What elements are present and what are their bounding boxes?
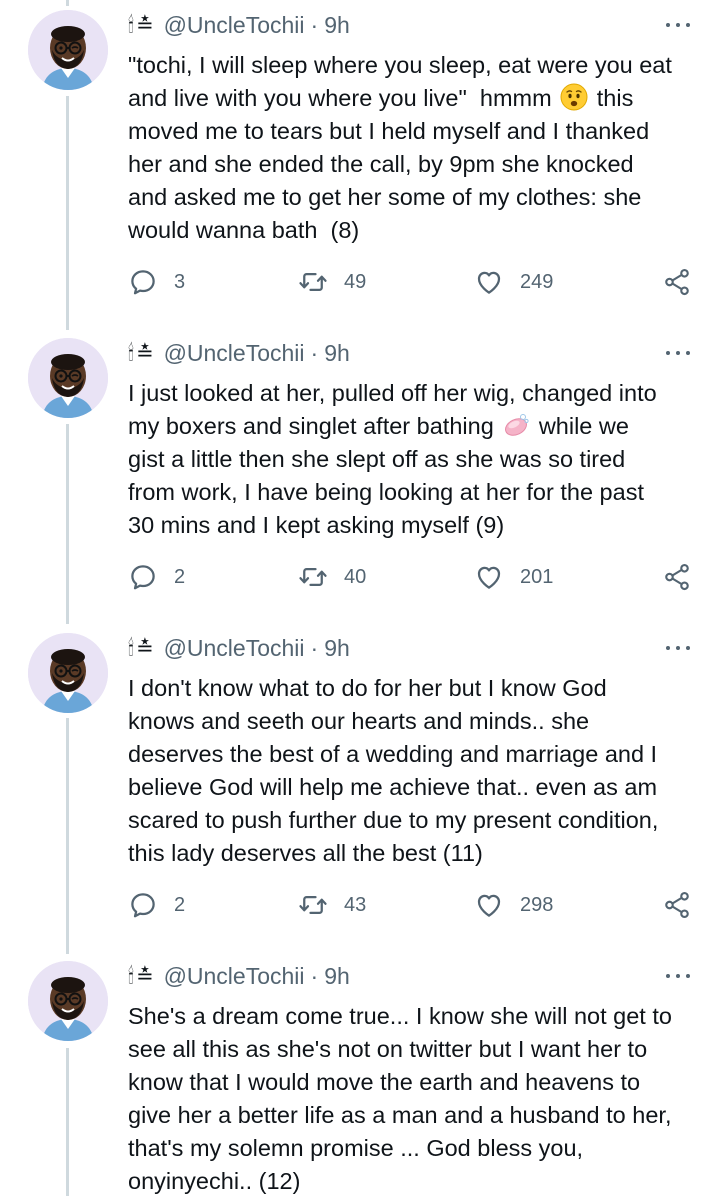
retweet-icon [298, 267, 328, 297]
share-button[interactable] [662, 560, 692, 594]
separator-dot: · [310, 634, 319, 661]
tweet-time[interactable]: 9h [324, 12, 350, 39]
dot-icon [686, 974, 690, 978]
thread-line [66, 0, 69, 6]
reply-count: 2 [174, 565, 186, 588]
reply-button[interactable]: 2 [128, 560, 185, 594]
more-options-button[interactable] [666, 636, 690, 660]
dot-icon [676, 351, 680, 355]
thread-line [66, 96, 69, 330]
dot-icon [676, 974, 680, 978]
share-button[interactable] [662, 265, 692, 299]
retweet-count: 40 [344, 565, 367, 588]
dot-icon [686, 646, 690, 650]
reply-count: 3 [174, 270, 186, 293]
like-count: 298 [520, 893, 554, 916]
user-handle[interactable]: @UncleTochii [164, 340, 305, 367]
more-options-button[interactable] [666, 341, 690, 365]
reply-button[interactable]: 2 [128, 888, 185, 922]
dot-icon [676, 646, 680, 650]
separator-dot: · [310, 11, 319, 38]
tweet-text: I just looked at her, pulled off her wig… [128, 380, 657, 538]
tweet-text: She's a dream come true... I know she wi… [128, 1003, 672, 1194]
retweet-icon [298, 562, 328, 592]
tweet-text: "tochi, I will sleep where you sleep, ea… [128, 52, 672, 243]
soap-icon [502, 411, 530, 439]
reply-icon [128, 562, 158, 592]
profile-badges: 🕯≛ [128, 13, 156, 37]
heart-icon [474, 562, 504, 592]
tweet-actions: 2 40 201 [128, 560, 698, 594]
retweet-button[interactable]: 49 [298, 265, 366, 299]
user-handle[interactable]: @UncleTochii [164, 963, 305, 990]
tweet-actions: 2 43 298 [128, 888, 698, 922]
separator-dot: · [310, 339, 319, 366]
separator-dot: · [310, 962, 319, 989]
avatar[interactable] [28, 961, 108, 1041]
share-icon [662, 267, 692, 297]
avatar[interactable] [28, 10, 108, 90]
dot-icon [666, 23, 670, 27]
tweet-time[interactable]: 9h [324, 635, 350, 662]
tweet-time[interactable]: 9h [324, 963, 350, 990]
thread-line [66, 1048, 69, 1196]
share-icon [662, 562, 692, 592]
like-button[interactable]: 249 [474, 265, 553, 299]
tweet-actions: 3 49 249 [128, 265, 698, 299]
tweet-header: 🕯≛ @UncleTochii · 9h [128, 10, 350, 40]
more-options-button[interactable] [666, 13, 690, 37]
like-button[interactable]: 298 [474, 888, 553, 922]
tweet-header: 🕯≛ @UncleTochii · 9h [128, 961, 350, 991]
dot-icon [676, 23, 680, 27]
reply-icon [128, 267, 158, 297]
retweet-icon [298, 890, 328, 920]
more-options-button[interactable] [666, 964, 690, 988]
profile-badges: 🕯≛ [128, 636, 156, 660]
thread-line [66, 424, 69, 624]
dot-icon [666, 974, 670, 978]
retweet-count: 49 [344, 270, 367, 293]
user-handle[interactable]: @UncleTochii [164, 635, 305, 662]
reply-count: 2 [174, 893, 186, 916]
profile-badges: 🕯≛ [128, 341, 156, 365]
retweet-button[interactable]: 40 [298, 560, 366, 594]
retweet-count: 43 [344, 893, 367, 916]
avatar[interactable] [28, 633, 108, 713]
tweet-text: I don't know what to do for her but I kn… [128, 675, 659, 866]
dot-icon [686, 351, 690, 355]
tweet-header: 🕯≛ @UncleTochii · 9h [128, 633, 350, 663]
profile-badges: 🕯≛ [128, 964, 156, 988]
thread-line [66, 718, 69, 954]
tweet-header: 🕯≛ @UncleTochii · 9h [128, 338, 350, 368]
share-button[interactable] [662, 888, 692, 922]
tweet-time[interactable]: 9h [324, 340, 350, 367]
like-count: 201 [520, 565, 554, 588]
reply-button[interactable]: 3 [128, 265, 185, 299]
like-button[interactable]: 201 [474, 560, 553, 594]
like-count: 249 [520, 270, 554, 293]
avatar[interactable] [28, 338, 108, 418]
heart-icon [474, 890, 504, 920]
share-icon [662, 890, 692, 920]
dot-icon [666, 351, 670, 355]
heart-icon [474, 267, 504, 297]
dot-icon [686, 23, 690, 27]
worried-face-icon [560, 83, 588, 111]
user-handle[interactable]: @UncleTochii [164, 12, 305, 39]
reply-icon [128, 890, 158, 920]
retweet-button[interactable]: 43 [298, 888, 366, 922]
dot-icon [666, 646, 670, 650]
